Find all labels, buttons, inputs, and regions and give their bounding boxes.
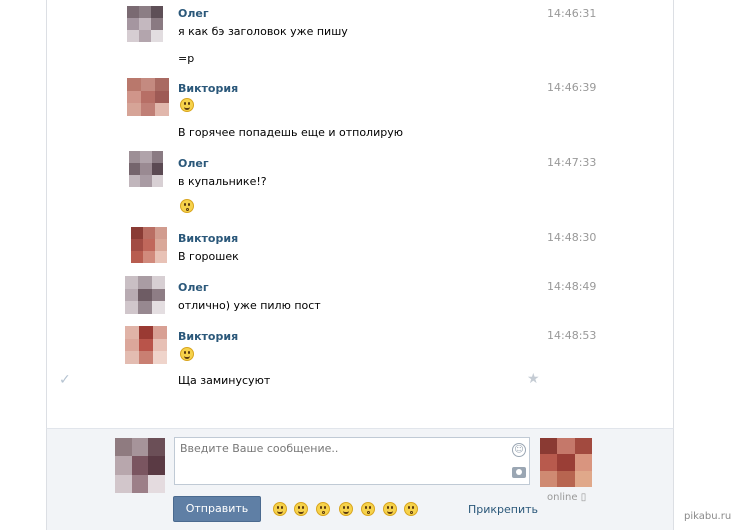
message-author[interactable]: Виктория xyxy=(178,232,238,245)
check-icon[interactable]: ✓ xyxy=(59,372,71,388)
message-text: Ща заминусуют xyxy=(178,374,271,387)
avatar[interactable] xyxy=(129,151,163,187)
message-text: =р xyxy=(178,52,195,65)
avatar[interactable] xyxy=(127,6,163,42)
star-icon[interactable]: ★ xyxy=(527,371,540,387)
message-text: В горячее попадешь еще и отполирую xyxy=(178,126,403,139)
message-time: 14:47:33 xyxy=(547,156,597,169)
message-input[interactable]: Введите Ваше сообщение.. xyxy=(174,437,530,485)
attach-link[interactable]: Прикрепить xyxy=(468,503,538,516)
message-text: я как бэ заголовок уже пишу xyxy=(178,25,348,38)
avatar[interactable] xyxy=(131,227,167,263)
laughing-emoji-icon[interactable] xyxy=(294,502,308,516)
friend-avatar[interactable] xyxy=(540,438,592,487)
watermark: pikabu.ru xyxy=(684,511,732,522)
message-text: в купальнике!? xyxy=(178,175,267,188)
message-time: 14:46:39 xyxy=(547,81,597,94)
avatar[interactable] xyxy=(127,78,169,116)
online-status: online ▯ xyxy=(547,492,587,503)
grin-emoji-icon[interactable] xyxy=(339,502,353,516)
message-time: 14:48:49 xyxy=(547,280,597,293)
message-time: 14:48:53 xyxy=(547,329,597,342)
frown-emoji-icon[interactable] xyxy=(404,502,418,516)
sweat-smile-emoji-icon[interactable] xyxy=(273,502,287,516)
message-author[interactable]: Олег xyxy=(178,281,209,294)
message-text: отлично) уже пилю пост xyxy=(178,299,321,312)
message-author[interactable]: Олег xyxy=(178,157,209,170)
camera-icon[interactable] xyxy=(512,467,526,478)
message-author[interactable]: Виктория xyxy=(178,330,238,343)
phone-icon: ▯ xyxy=(580,492,587,503)
message-author[interactable]: Олег xyxy=(178,7,209,20)
tongue-emoji-icon[interactable] xyxy=(383,502,397,516)
surprised-emoji-icon xyxy=(180,199,194,213)
message-text: В горошек xyxy=(178,250,239,263)
avatar[interactable] xyxy=(125,326,167,364)
avatar[interactable] xyxy=(125,276,165,314)
message-time: 14:46:31 xyxy=(547,7,597,20)
message-author[interactable]: Виктория xyxy=(178,82,238,95)
laughing-emoji-icon xyxy=(180,347,194,361)
send-button[interactable]: Отправить xyxy=(173,496,261,522)
laughing-emoji-icon xyxy=(180,98,194,112)
message-composer: Введите Ваше сообщение.. ☺ online ▯ Отпр… xyxy=(46,428,674,530)
my-avatar[interactable] xyxy=(115,438,165,493)
message-time: 14:48:30 xyxy=(547,231,597,244)
shocked-emoji-icon[interactable] xyxy=(361,502,375,516)
surprised-emoji-icon[interactable] xyxy=(316,502,330,516)
smile-icon[interactable]: ☺ xyxy=(512,443,526,457)
